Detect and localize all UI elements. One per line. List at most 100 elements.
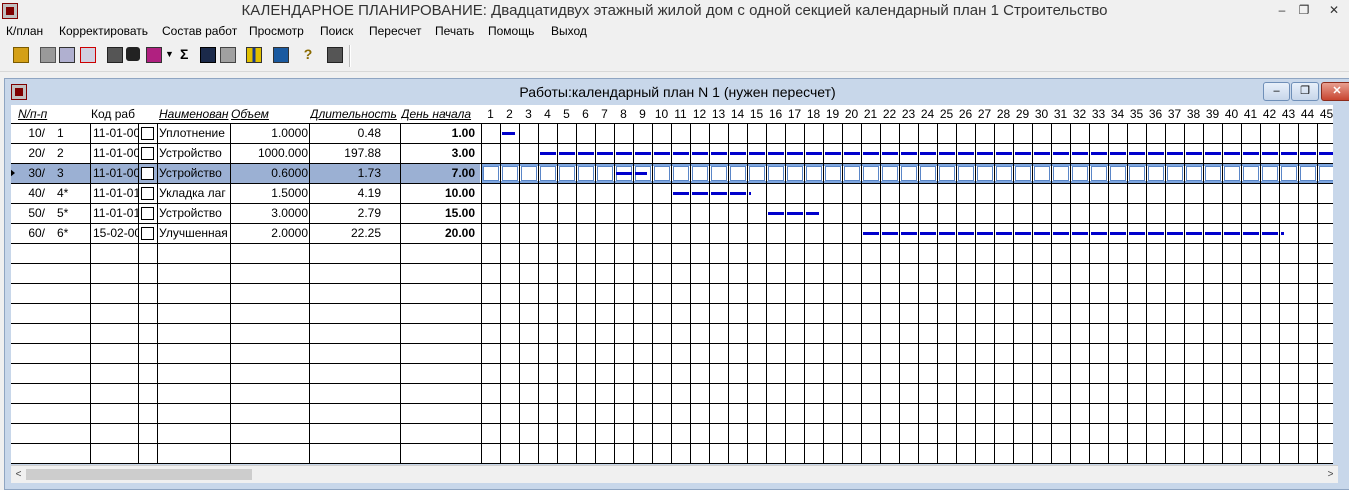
cell-volume[interactable]: 1000.000	[233, 144, 308, 163]
columns-icon[interactable]	[246, 47, 262, 63]
cell-code[interactable]: 15-02-00	[93, 224, 138, 243]
cell-volume[interactable]: 1.5000	[233, 184, 308, 203]
cell-name[interactable]: Устройство	[159, 204, 229, 223]
cell-duration[interactable]: 197.88	[311, 144, 381, 163]
gantt-day-box	[578, 166, 594, 181]
cell-duration[interactable]: 0.48	[311, 124, 381, 143]
cell-code[interactable]: 11-01-01	[93, 204, 138, 223]
cell-volume[interactable]: 2.0000	[233, 224, 308, 243]
cell-code[interactable]: 11-01-00	[93, 124, 138, 143]
print-icon[interactable]	[107, 47, 123, 63]
horizontal-scrollbar[interactable]: < >	[11, 465, 1338, 483]
col-header-duration[interactable]: Длительность	[310, 105, 401, 123]
menu-exit[interactable]: Выход	[551, 24, 587, 38]
row-checkbox[interactable]	[141, 187, 154, 200]
works-grid[interactable]: N/п-п Код раб Наименован Объем Длительно…	[11, 105, 1333, 464]
dropdown-icon[interactable]: ▼	[165, 47, 174, 61]
delete-icon[interactable]	[80, 47, 96, 63]
gantt-day-box	[1319, 166, 1333, 181]
col-header-num[interactable]: N/п-п	[18, 105, 78, 123]
cell-start[interactable]: 1.00	[403, 124, 475, 143]
cell-volume[interactable]: 0.6000	[233, 164, 308, 183]
undo-icon[interactable]	[220, 47, 236, 63]
row-checkbox[interactable]	[141, 227, 154, 240]
scroll-right-icon[interactable]: >	[1323, 467, 1338, 482]
grid-vline	[975, 123, 976, 464]
sum-icon[interactable]: Σ	[180, 47, 194, 61]
cell-duration[interactable]: 4.19	[311, 184, 381, 203]
edit-icon[interactable]	[59, 47, 75, 63]
cell-num-prefix: 10/	[28, 126, 45, 140]
inner-close-button[interactable]: ✕	[1321, 82, 1349, 101]
inner-minimize-button[interactable]: –	[1263, 82, 1290, 101]
col-header-start[interactable]: День начала	[401, 105, 481, 123]
scroll-left-icon[interactable]: <	[11, 467, 26, 482]
gantt-bar	[1281, 232, 1284, 235]
menu-help[interactable]: Помощь	[488, 24, 534, 38]
row-checkbox[interactable]	[141, 127, 154, 140]
gantt-day-box	[673, 166, 689, 181]
row-checkbox[interactable]	[141, 167, 154, 180]
cell-start[interactable]: 3.00	[403, 144, 475, 163]
save-icon[interactable]	[200, 47, 216, 63]
menu-works[interactable]: Состав работ	[162, 24, 237, 38]
help-icon[interactable]: ?	[301, 47, 315, 61]
day-number: 17	[787, 107, 802, 121]
gantt-day-box	[1167, 166, 1183, 181]
cell-start[interactable]: 15.00	[403, 204, 475, 223]
open-icon[interactable]	[13, 47, 29, 63]
grid-vline	[652, 123, 653, 464]
cell-duration[interactable]: 1.73	[311, 164, 381, 183]
link-icon[interactable]	[126, 47, 140, 61]
cell-code[interactable]: 11-01-00	[93, 144, 138, 163]
menu-search[interactable]: Поиск	[320, 24, 353, 38]
chart-icon[interactable]	[273, 47, 289, 63]
cell-start[interactable]: 7.00	[403, 164, 475, 183]
grid-vline	[576, 123, 577, 464]
gantt-bar	[597, 152, 613, 155]
cell-duration[interactable]: 22.25	[311, 224, 381, 243]
day-number: 5	[563, 107, 570, 121]
cell-name[interactable]: Уплотнение	[159, 124, 229, 143]
menu-recalc[interactable]: Пересчет	[369, 24, 422, 38]
menu-view[interactable]: Просмотр	[249, 24, 304, 38]
new-icon[interactable]	[40, 47, 56, 63]
grid-vline	[595, 123, 596, 464]
cell-num: 4*	[57, 186, 69, 200]
menu-correct[interactable]: Корректировать	[59, 24, 148, 38]
scroll-thumb[interactable]	[26, 469, 252, 480]
gantt-bar	[1186, 152, 1202, 155]
gantt-bar	[1167, 232, 1183, 235]
cell-start[interactable]: 20.00	[403, 224, 475, 243]
inner-restore-button[interactable]: ❐	[1291, 82, 1319, 101]
day-number: 18	[806, 107, 821, 121]
filter-icon[interactable]	[146, 47, 162, 63]
cell-volume[interactable]: 3.0000	[233, 204, 308, 223]
close-button[interactable]: ✕	[1320, 2, 1348, 18]
exit-icon[interactable]	[327, 47, 343, 63]
cell-name[interactable]: Устройство	[159, 164, 229, 183]
col-header-name[interactable]: Наименован	[159, 105, 231, 123]
col-header-volume[interactable]: Объем	[231, 105, 309, 123]
row-checkbox[interactable]	[141, 207, 154, 220]
day-number: 42	[1262, 107, 1277, 121]
cell-start[interactable]: 10.00	[403, 184, 475, 203]
row-checkbox[interactable]	[141, 147, 154, 160]
minimize-button[interactable]: –	[1271, 2, 1293, 18]
gantt-day-box	[996, 166, 1012, 181]
cell-code[interactable]: 11-01-01	[93, 184, 138, 203]
menu-print[interactable]: Печать	[435, 24, 474, 38]
menu-kplan[interactable]: К/план	[6, 24, 43, 38]
cell-code[interactable]: 11-01-00	[93, 164, 138, 183]
cell-volume[interactable]: 1.0000	[233, 124, 308, 143]
cell-duration[interactable]: 2.79	[311, 204, 381, 223]
cell-name[interactable]: Укладка лаг	[159, 184, 229, 203]
col-header-code[interactable]: Код раб	[91, 105, 146, 123]
cell-name[interactable]: Улучшенная	[159, 224, 229, 243]
cell-name[interactable]: Устройство	[159, 144, 229, 163]
gantt-bar	[806, 152, 822, 155]
gantt-bar	[939, 152, 955, 155]
gantt-day-box	[1224, 166, 1240, 181]
gantt-bar	[863, 152, 879, 155]
restore-button[interactable]: ❐	[1293, 2, 1315, 18]
